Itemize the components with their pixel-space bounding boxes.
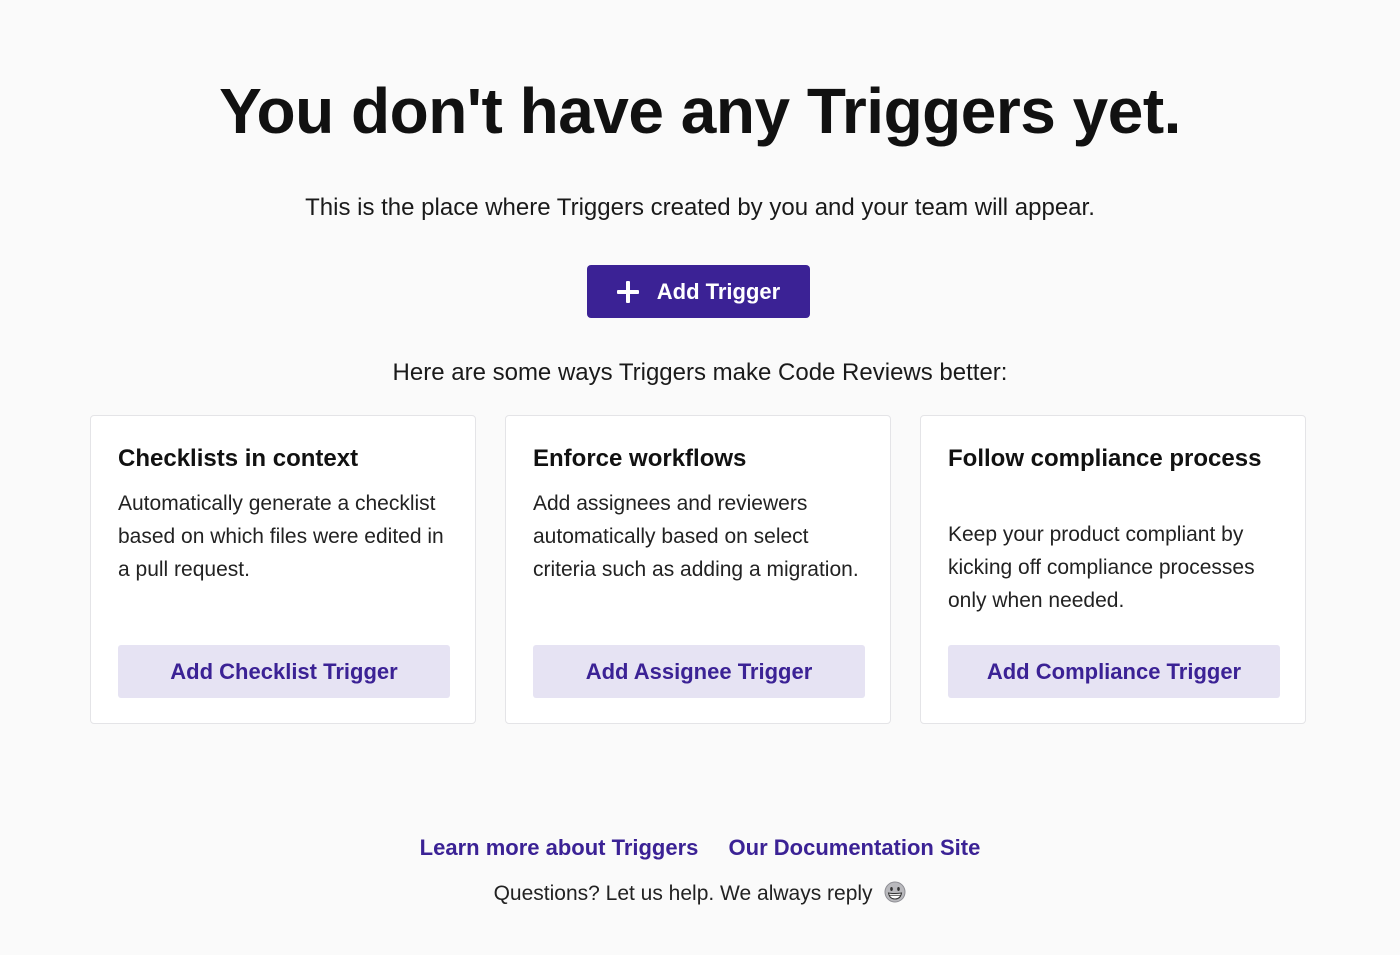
workflows-card: Enforce workflows Add assignees and revi… bbox=[505, 415, 891, 724]
grinning-face-icon bbox=[884, 881, 906, 913]
learn-more-link[interactable]: Learn more about Triggers bbox=[420, 835, 699, 860]
documentation-link[interactable]: Our Documentation Site bbox=[729, 835, 981, 860]
card-title: Enforce workflows bbox=[533, 445, 747, 472]
page-subtitle: This is the place where Triggers created… bbox=[305, 194, 1095, 221]
plus-icon bbox=[616, 280, 639, 303]
compliance-card: Follow compliance process Keep your prod… bbox=[920, 415, 1306, 724]
add-assignee-trigger-button[interactable]: Add Assignee Trigger bbox=[533, 645, 865, 698]
add-compliance-trigger-button[interactable]: Add Compliance Trigger bbox=[948, 645, 1280, 698]
add-trigger-button[interactable]: Add Trigger bbox=[587, 265, 810, 318]
help-text-row: Questions? Let us help. We always reply bbox=[0, 878, 1400, 913]
ways-heading: Here are some ways Triggers make Code Re… bbox=[392, 359, 1008, 386]
help-text: Questions? Let us help. We always reply bbox=[493, 882, 873, 905]
card-description: Keep your product compliant by kicking o… bbox=[948, 523, 1255, 612]
card-title: Checklists in context bbox=[118, 445, 359, 472]
add-trigger-label: Add Trigger bbox=[656, 278, 781, 304]
card-title: Follow compliance process bbox=[948, 445, 1262, 472]
empty-state-page: You don't have any Triggers yet. This is… bbox=[0, 0, 1400, 955]
footer-links: Learn more about Triggers Our Documentat… bbox=[0, 832, 1400, 864]
add-checklist-trigger-button[interactable]: Add Checklist Trigger bbox=[118, 645, 450, 698]
card-description: Automatically generate a checklist based… bbox=[118, 492, 444, 581]
page-title: You don't have any Triggers yet. bbox=[219, 75, 1181, 147]
card-description: Add assignees and reviewers automaticall… bbox=[533, 492, 859, 581]
checklist-card: Checklists in context Automatically gene… bbox=[90, 415, 476, 724]
